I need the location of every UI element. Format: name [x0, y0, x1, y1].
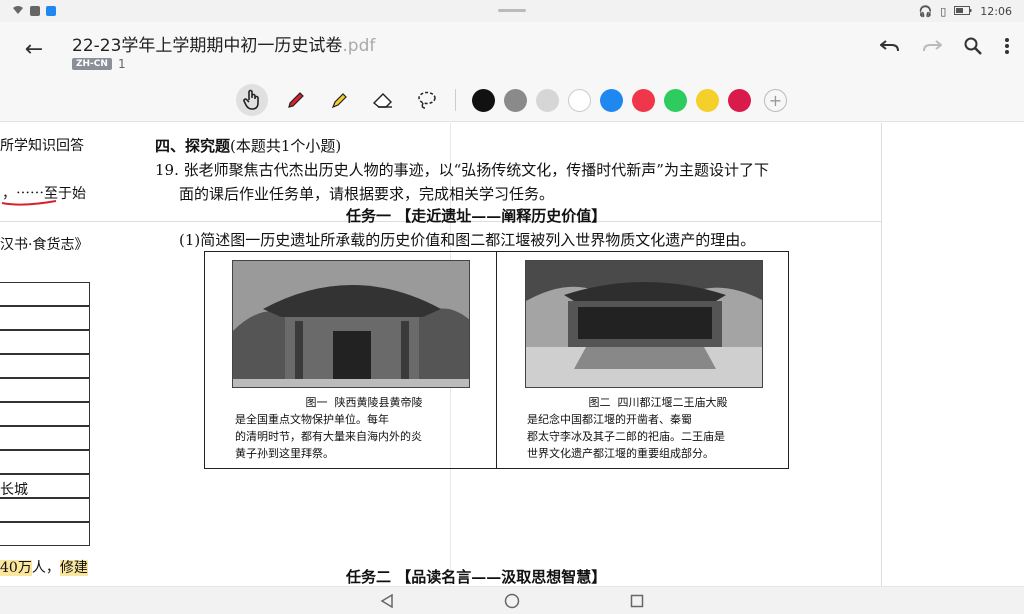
color-swatch[interactable]: [472, 89, 495, 112]
plain-text: 人，: [31, 560, 60, 576]
table-row: [0, 282, 90, 306]
color-swatch[interactable]: [536, 89, 559, 112]
caption-body: 是全国重点文物保护单位。每年 的清明时节，都有大量来自海内外的炎 黄子孙到这里拜…: [235, 413, 422, 460]
left-fragment-highlighted: 40万人，修建: [0, 557, 88, 577]
lasso-icon[interactable]: [411, 84, 443, 116]
figure-divider: [496, 252, 497, 468]
battery-icon: [954, 5, 972, 18]
undo-icon[interactable]: [879, 36, 900, 60]
document-meta: ZH-CN 1: [72, 57, 126, 71]
document-title: 22-23学年上学期期中初一历史试卷.pdf: [72, 31, 375, 56]
nav-home-icon[interactable]: [502, 592, 522, 610]
more-icon[interactable]: [1004, 36, 1010, 60]
left-fragment: 长城: [0, 482, 28, 498]
clock: 12:06: [980, 4, 1012, 18]
task-question: (1)简述图一历史遗址所承载的历史价值和图二都江堰被列入世界物质文化遗产的理由。: [179, 231, 756, 249]
back-arrow-icon[interactable]: ←: [22, 38, 46, 62]
task-heading: 任务二 【品读名言——汲取思想智慧】: [346, 568, 607, 586]
caption-body: 是纪念中国都江堰的开凿者、秦蜀 郡太守李冰及其子二郎的祀庙。二王庙是 世界文化遗…: [527, 413, 725, 460]
huangdi-mausoleum-photo: [232, 260, 470, 388]
redo-icon[interactable]: [922, 36, 943, 60]
search-icon[interactable]: [964, 36, 982, 60]
page-count: 1: [117, 57, 126, 71]
figure-box: 图一 陕西黄陵县黄帝陵是全国重点文物保护单位。每年 的清明时节，都有大量来自海内…: [204, 251, 789, 469]
nav-back-icon[interactable]: [377, 592, 397, 610]
highlight-text: 修建: [59, 560, 88, 576]
heading-note: (本题共1个小题): [230, 137, 342, 155]
wifi-icon: [12, 5, 24, 18]
erwang-temple-photo: [525, 260, 763, 388]
color-swatch[interactable]: [664, 89, 687, 112]
annotation-toolbar: +: [0, 78, 1024, 122]
color-swatch[interactable]: [728, 89, 751, 112]
language-badge: ZH-CN: [72, 58, 112, 70]
page-edge: [881, 123, 882, 586]
question-line: 19. 张老师聚焦古代杰出历史人物的事迹，以“弘扬传统文化，传播时代新声”为主题…: [155, 161, 769, 179]
video-icon: [30, 6, 40, 16]
add-color-button[interactable]: +: [764, 89, 787, 112]
caption-title: 图二 四川都江堰二王庙大殿: [588, 396, 728, 409]
vibrate-icon: ▯: [940, 4, 947, 18]
table-row: [0, 378, 90, 402]
color-swatch[interactable]: [696, 89, 719, 112]
nav-recents-icon[interactable]: [627, 592, 647, 610]
table-row: [0, 306, 90, 330]
pen-icon[interactable]: [280, 84, 312, 116]
title-extension: .pdf: [342, 36, 376, 56]
table-row: [0, 330, 90, 354]
hand-icon[interactable]: [236, 84, 268, 116]
heading-text: 四、探究题: [155, 137, 231, 155]
left-fragment: 所学知识回答: [0, 138, 84, 154]
system-nav-bar: [0, 586, 1024, 614]
red-underline: [2, 200, 57, 206]
table-row: [0, 354, 90, 378]
notification-icon: [46, 6, 56, 16]
left-fragment: 汉书·食货志》: [0, 237, 89, 253]
table-row: [0, 426, 90, 450]
color-swatch[interactable]: [600, 89, 623, 112]
highlight-text: 40万: [0, 560, 32, 576]
task-heading: 任务一 【走近遗址——阐释历史价值】: [346, 207, 607, 225]
table-row: [0, 450, 90, 474]
figure-caption: 图二 四川都江堰二王庙大殿是纪念中国都江堰的开凿者、秦蜀 郡太守李冰及其子二郎的…: [527, 394, 789, 462]
table-row: [0, 402, 90, 426]
color-swatch[interactable]: [568, 89, 591, 112]
headphones-icon: 🎧: [918, 4, 933, 18]
status-bar: 🎧 ▯ 12:06: [0, 0, 1024, 22]
section-heading: 四、探究题(本题共1个小题): [155, 135, 341, 156]
table-row: [0, 522, 90, 546]
pdf-page[interactable]: 所学知识回答 ，⋯⋯至于始 汉书·食货志》 长城 40万人，修建 四、探究题(本…: [0, 123, 1024, 586]
drag-handle: [498, 9, 526, 12]
table-row: [0, 498, 90, 522]
title-text: 22-23学年上学期期中初一历史试卷: [72, 36, 343, 56]
toolbar-divider: [455, 89, 456, 111]
app-bar: ← 22-23学年上学期期中初一历史试卷.pdf ZH-CN 1: [0, 22, 1024, 78]
question-line: 面的课后作业任务单，请根据要求，完成相关学习任务。: [179, 185, 555, 203]
eraser-icon[interactable]: [367, 84, 399, 116]
color-swatch[interactable]: [504, 89, 527, 112]
caption-title: 图一 陕西黄陵县黄帝陵: [305, 396, 423, 409]
highlighter-icon[interactable]: [324, 84, 356, 116]
figure-caption: 图一 陕西黄陵县黄帝陵是全国重点文物保护单位。每年 的清明时节，都有大量来自海内…: [235, 394, 493, 462]
app-actions: [879, 36, 1010, 60]
color-swatch[interactable]: [632, 89, 655, 112]
